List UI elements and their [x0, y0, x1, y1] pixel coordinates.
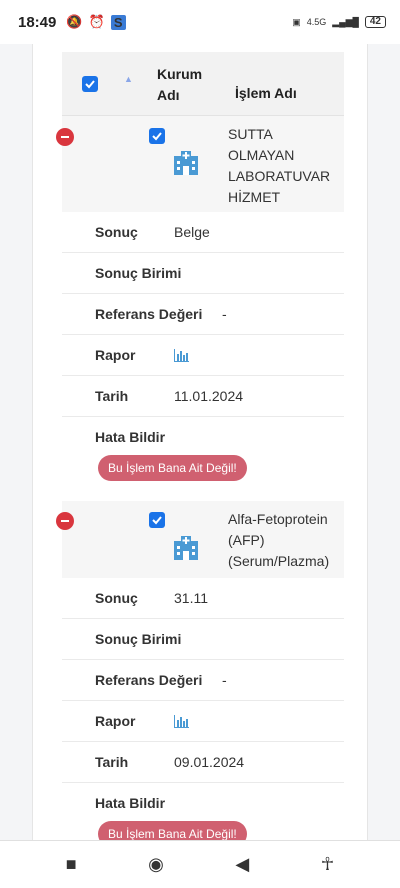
volte-icon: ▣: [292, 16, 301, 27]
label-rapor: Rapor: [95, 713, 136, 729]
detail-sonuc-birimi: Sonuç Birimi: [62, 619, 344, 660]
status-bar: 18:49 🔕 ⏰ S ▣ 4.5G ▂▄▆█ 42: [0, 0, 400, 44]
islem-name: SUTTA OLMAYAN LABORATUVAR HİZMET: [228, 124, 340, 208]
checkmark-icon: [152, 516, 162, 525]
header-kurum-adi[interactable]: Kurum Adı: [157, 64, 213, 106]
islem-line: LABORATUVAR: [228, 168, 331, 184]
battery-level: 42: [369, 16, 381, 27]
header-kurum-line1: Kurum: [157, 66, 203, 82]
detail-tarih: Tarih 11.01.2024: [62, 376, 344, 417]
row-checkbox[interactable]: [149, 128, 165, 144]
label-sonuc-birimi: Sonuç Birimi: [95, 631, 182, 647]
detail-hata: Hata Bildir Bu İşlem Bana Ait Değil!: [62, 783, 344, 840]
page-content[interactable]: ▲ Kurum Adı İşlem Adı SUTTA OLMAYAN LABO…: [0, 44, 400, 840]
detail-hata: Hata Bildir Bu İşlem Bana Ait Değil!: [62, 417, 344, 501]
table-row: Alfa-Fetoprotein (AFP) (Serum/Plazma): [56, 501, 344, 578]
table-row: SUTTA OLMAYAN LABORATUVAR HİZMET: [56, 116, 344, 212]
detail-referans: Referans Değeri -: [62, 294, 344, 335]
label-sonuc: Sonuç: [95, 590, 138, 606]
status-system-icons: ▣ 4.5G ▂▄▆█ 42: [292, 16, 386, 28]
accessibility-icon[interactable]: ☥: [321, 854, 334, 875]
value-tarih: 11.01.2024: [174, 388, 244, 404]
label-tarih: Tarih: [95, 754, 129, 770]
not-my-procedure-button[interactable]: Bu İşlem Bana Ait Değil!: [98, 821, 247, 840]
label-rapor: Rapor: [95, 347, 136, 363]
value-tarih: 09.01.2024: [174, 754, 245, 770]
row-checkbox[interactable]: [149, 512, 165, 528]
value-sonuc: 31.11: [174, 590, 208, 606]
remove-circle-icon[interactable]: [56, 128, 74, 146]
checkmark-icon: [152, 132, 162, 141]
back-icon[interactable]: ◀: [235, 854, 249, 875]
header-islem-adi[interactable]: İşlem Adı: [235, 85, 297, 101]
islem-line: HİZMET: [228, 189, 281, 205]
label-sonuc-birimi: Sonuç Birimi: [95, 265, 182, 281]
detail-sonuc: Sonuç Belge: [62, 212, 344, 253]
detail-sonuc-birimi: Sonuç Birimi: [62, 253, 344, 294]
alarm-icon: ⏰: [88, 14, 105, 29]
battery-icon: 42: [364, 16, 386, 28]
detail-rapor: Rapor: [62, 335, 344, 376]
sort-asc-icon[interactable]: ▲: [124, 74, 133, 84]
islem-line: (Serum/Plazma): [228, 553, 330, 569]
label-hata-bildir: Hata Bildir: [95, 795, 166, 811]
network-label: 4.5G: [306, 17, 327, 27]
recent-apps-icon[interactable]: ■: [66, 854, 77, 875]
detail-tarih: Tarih 09.01.2024: [62, 742, 344, 783]
islem-line: SUTTA: [228, 126, 273, 142]
signal-icon: ▂▄▆█: [332, 16, 359, 27]
bar-chart-icon[interactable]: [174, 714, 189, 728]
bar-chart-icon[interactable]: [174, 348, 189, 362]
status-time: 18:49: [18, 13, 57, 31]
detail-referans: Referans Değeri -: [62, 660, 344, 701]
system-navigation-bar: ■ ◉ ◀ ☥: [0, 840, 400, 888]
checkmark-icon: [85, 80, 95, 89]
value-referans: -: [222, 672, 227, 688]
islem-line: (AFP): [228, 532, 265, 548]
label-tarih: Tarih: [95, 388, 129, 404]
value-referans: -: [222, 306, 227, 322]
value-sonuc: Belge: [174, 224, 210, 240]
table-header: ▲ Kurum Adı İşlem Adı: [62, 52, 344, 116]
detail-rapor: Rapor: [62, 701, 344, 742]
header-kurum-line2: Adı: [157, 87, 180, 103]
detail-sonuc: Sonuç 31.11: [62, 578, 344, 619]
label-referans: Referans Değeri: [95, 306, 203, 322]
remove-circle-icon[interactable]: [56, 512, 74, 530]
results-table: ▲ Kurum Adı İşlem Adı SUTTA OLMAYAN LABO…: [56, 52, 344, 840]
home-icon[interactable]: ◉: [148, 854, 164, 875]
islem-line: OLMAYAN: [228, 147, 295, 163]
not-my-procedure-button[interactable]: Bu İşlem Bana Ait Değil!: [98, 455, 247, 481]
label-hata-bildir: Hata Bildir: [95, 429, 166, 445]
mute-icon: 🔕: [66, 14, 83, 29]
status-notification-icons: 🔕 ⏰ S: [66, 14, 126, 30]
select-all-checkbox[interactable]: [82, 76, 98, 92]
hospital-building-icon: [174, 536, 198, 560]
islem-line: Alfa-Fetoprotein: [228, 511, 328, 527]
hospital-building-icon: [174, 151, 198, 175]
label-sonuc: Sonuç: [95, 224, 138, 240]
label-referans: Referans Değeri: [95, 672, 203, 688]
app-notification-icon: S: [110, 14, 126, 30]
islem-name: Alfa-Fetoprotein (AFP) (Serum/Plazma): [228, 509, 344, 572]
